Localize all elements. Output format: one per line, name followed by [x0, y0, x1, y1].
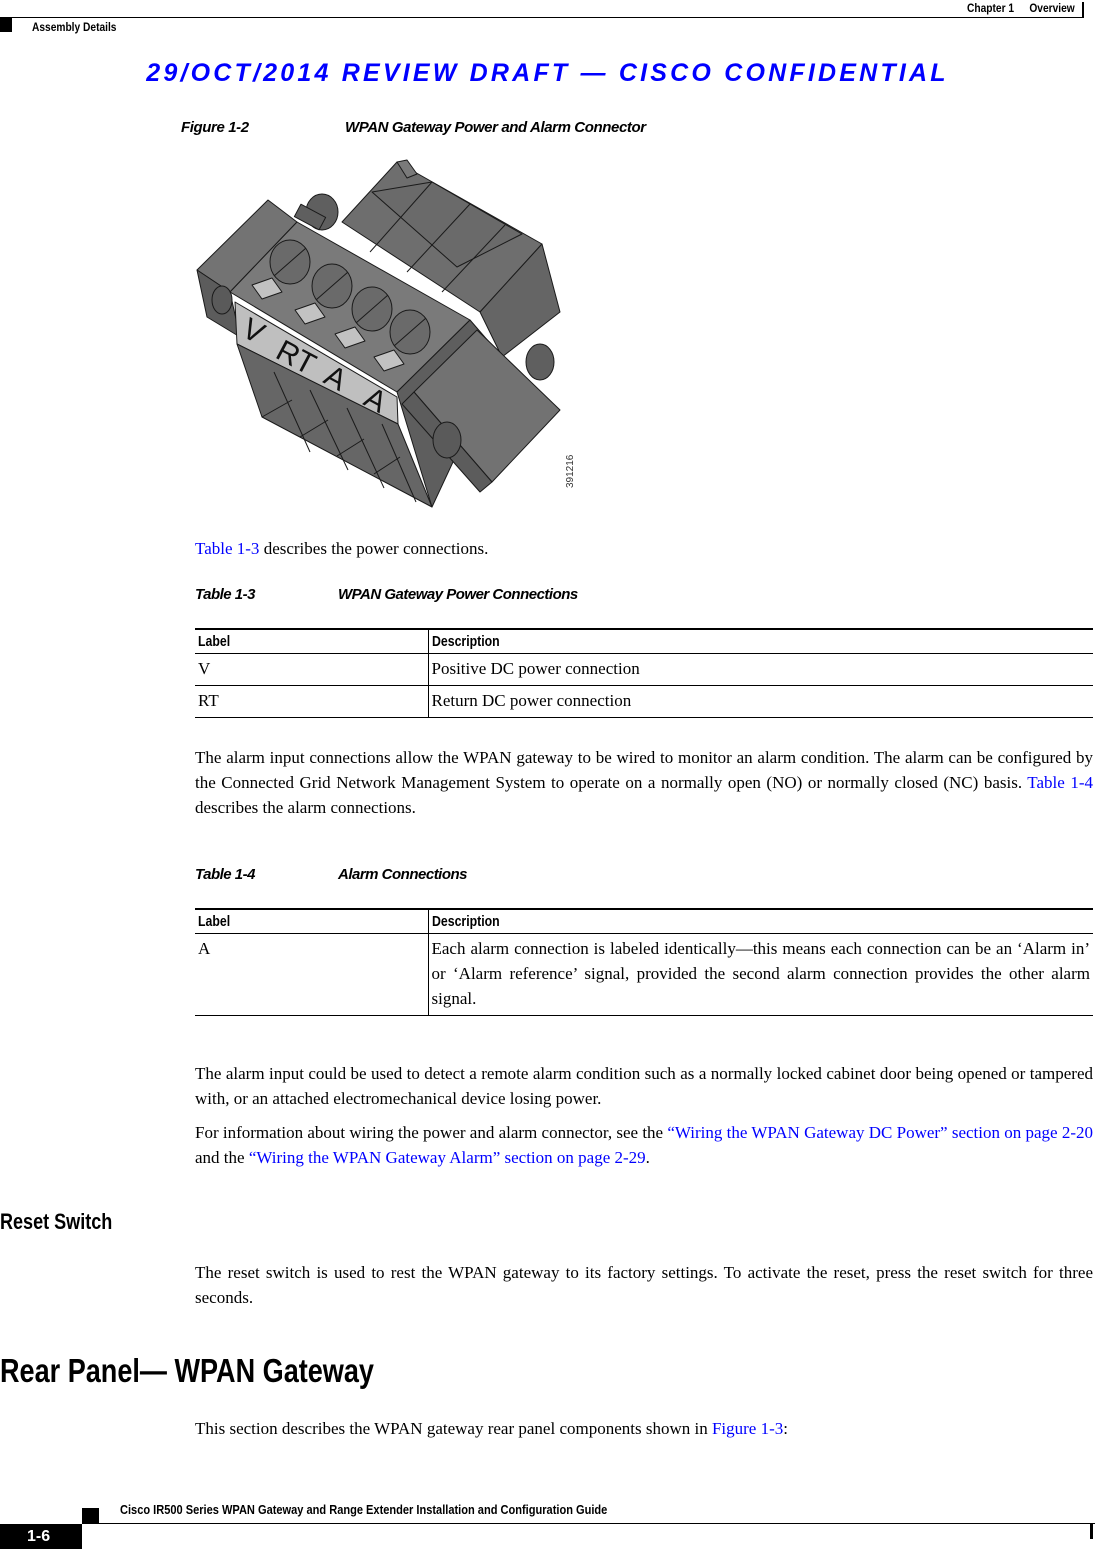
cell-description: Positive DC power connection — [431, 659, 640, 678]
cell-label: A — [195, 933, 429, 1016]
intro-paragraph: Table 1-3 describes the power connection… — [195, 536, 1093, 561]
footer-guide-title: Cisco IR500 Series WPAN Gateway and Rang… — [120, 1502, 608, 1517]
table-1-4-caption: Table 1-4 Alarm Connections — [195, 866, 468, 883]
column-header-description: Description — [431, 913, 500, 930]
table-1-3-link[interactable]: Table 1-3 — [195, 539, 259, 558]
column-header-label: Label — [195, 629, 429, 654]
figure-title: WPAN Gateway Power and Alarm Connector — [345, 119, 646, 136]
rear-text-before: This section describes the WPAN gateway … — [195, 1419, 712, 1438]
table-1-3-caption: Table 1-3 WPAN Gateway Power Connections — [195, 586, 578, 603]
rear-panel-paragraph: This section describes the WPAN gateway … — [195, 1416, 1093, 1441]
wiring-paragraph: For information about wiring the power a… — [195, 1120, 1093, 1170]
reset-switch-heading: Reset Switch — [0, 1209, 113, 1234]
connector-illustration: V RT A A — [196, 159, 561, 508]
header-rule — [0, 17, 1084, 18]
footer-right-bar — [1090, 1523, 1093, 1539]
header-chapter: Chapter 1 Overview — [967, 1, 1075, 15]
rear-panel-heading: Rear Panel— WPAN Gateway — [0, 1352, 374, 1389]
header-section: Assembly Details — [32, 20, 117, 34]
page-number: 1-6 — [0, 1524, 82, 1549]
table-1-3-number: Table 1-3 — [195, 586, 255, 603]
table-1-4-title: Alarm Connections — [338, 866, 468, 883]
wiring-dc-power-link[interactable]: “Wiring the WPAN Gateway DC Power” secti… — [667, 1123, 1093, 1142]
table-1-4-link[interactable]: Table 1-4 — [1027, 773, 1093, 792]
footer-rule — [82, 1523, 1095, 1524]
table-row: A Each alarm connection is labeled ident… — [195, 933, 1093, 1016]
wiring-text-3: . — [645, 1148, 650, 1167]
rear-text-after: : — [783, 1419, 788, 1438]
table-1-3-title: WPAN Gateway Power Connections — [338, 586, 578, 603]
figure-number: Figure 1-2 — [181, 119, 249, 136]
figure-1-3-link[interactable]: Figure 1-3 — [712, 1419, 783, 1438]
alarm-paragraph: The alarm input connections allow the WP… — [195, 745, 1093, 820]
chapter-title: Overview — [1029, 1, 1075, 15]
power-connections-table: Label Description V Positive DC power co… — [195, 628, 1093, 718]
header-left-block — [0, 18, 12, 32]
table-row: V Positive DC power connection — [195, 653, 1093, 686]
alarm-text-after: describes the alarm connections. — [195, 798, 416, 817]
wiring-text-2: and the — [195, 1148, 249, 1167]
figure-caption: Figure 1-2 WPAN Gateway Power and Alarm … — [181, 119, 646, 136]
table-header-row: Label Description — [195, 909, 1093, 934]
header-right-bar — [1082, 2, 1084, 18]
draft-banner: 29/OCT/2014 REVIEW DRAFT — CISCO CONFIDE… — [146, 59, 949, 87]
chapter-label: Chapter 1 — [967, 1, 1015, 15]
column-header-description: Description — [431, 633, 500, 650]
wiring-text-1: For information about wiring the power a… — [195, 1123, 668, 1142]
cell-label: RT — [195, 685, 429, 718]
cell-description: Each alarm connection is labeled identic… — [431, 939, 1091, 1008]
column-header-label: Label — [195, 909, 429, 934]
cell-label: V — [195, 653, 429, 686]
wiring-alarm-link[interactable]: “Wiring the WPAN Gateway Alarm” section … — [249, 1148, 646, 1167]
alarm-use-paragraph: The alarm input could be used to detect … — [195, 1064, 1093, 1108]
alarm-connections-table: Label Description A Each alarm connectio… — [195, 908, 1093, 1016]
reset-switch-paragraph: The reset switch is used to rest the WPA… — [195, 1263, 1093, 1307]
footer-block — [82, 1508, 99, 1523]
figure-id: 391216 — [565, 454, 576, 488]
table-1-4-number: Table 1-4 — [195, 866, 255, 883]
table-row: RT Return DC power connection — [195, 685, 1093, 718]
cell-description: Return DC power connection — [431, 691, 632, 710]
table-header-row: Label Description — [195, 629, 1093, 654]
intro-text: describes the power connections. — [259, 539, 489, 558]
alarm-text-before: The alarm input connections allow the WP… — [195, 748, 1093, 792]
